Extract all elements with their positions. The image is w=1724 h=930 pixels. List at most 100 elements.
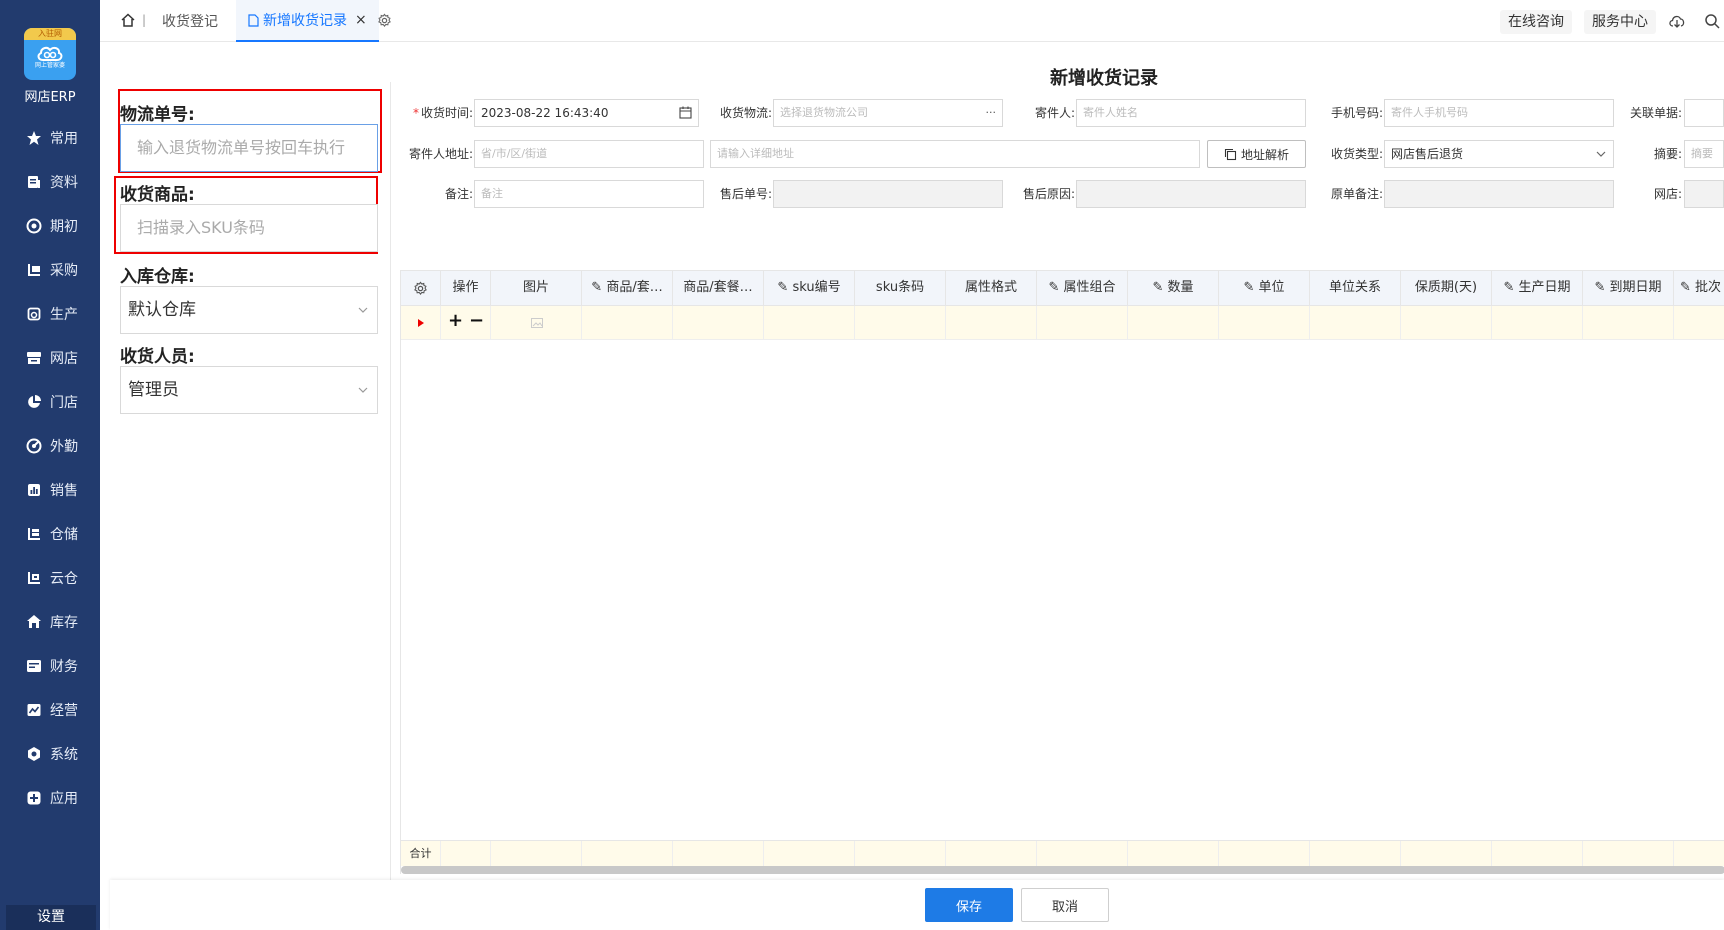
col-header-batch[interactable]: ✎ 批次 bbox=[1674, 271, 1724, 305]
sidebar-item-operation[interactable]: 经营 bbox=[0, 688, 100, 732]
col-header-sku-no[interactable]: ✎ sku编号 bbox=[764, 271, 855, 305]
sidebar-item-sales[interactable]: 销售 bbox=[0, 468, 100, 512]
row-cell[interactable] bbox=[582, 306, 673, 340]
detail-address-input[interactable]: 请输入详细地址 bbox=[710, 140, 1200, 168]
col-header-expiry-date[interactable]: ✎ 到期日期 bbox=[1583, 271, 1674, 305]
sidebar-item-label: 云仓 bbox=[50, 571, 78, 587]
save-button[interactable]: 保存 bbox=[925, 888, 1013, 922]
home-icon[interactable] bbox=[120, 12, 136, 31]
phone-input[interactable]: 寄件人手机号码 bbox=[1384, 99, 1614, 127]
receive-type-select[interactable]: 网店售后退货 bbox=[1384, 140, 1614, 168]
sidebar-item-production[interactable]: 生产 bbox=[0, 292, 100, 336]
close-icon[interactable]: × bbox=[355, 12, 367, 28]
sidebar-item-label: 资料 bbox=[50, 175, 78, 191]
page-icon bbox=[248, 13, 259, 27]
sidebar-item-storage[interactable]: 仓储 bbox=[0, 512, 100, 556]
sidebar-item-cloud-warehouse[interactable]: 云仓 bbox=[0, 556, 100, 600]
related-doc-input[interactable] bbox=[1684, 99, 1724, 127]
app-logo[interactable]: 入驻网 网上管家婆 bbox=[24, 28, 76, 80]
col-header-attr-format[interactable]: 属性格式 bbox=[946, 271, 1037, 305]
search-icon[interactable] bbox=[1704, 13, 1720, 32]
shop-input[interactable] bbox=[1684, 180, 1724, 208]
row-cell[interactable] bbox=[1492, 306, 1583, 340]
row-cell[interactable] bbox=[764, 306, 855, 340]
after-sale-no-input bbox=[773, 180, 1003, 208]
tab-receiving-register[interactable]: 收货登记 bbox=[162, 0, 218, 42]
settings-button[interactable]: 设置 bbox=[6, 905, 96, 930]
online-consult-button[interactable]: 在线咨询 bbox=[1500, 10, 1572, 34]
col-header-product-name[interactable]: 商品/套餐… bbox=[673, 271, 764, 305]
row-image-cell[interactable] bbox=[491, 306, 582, 340]
operation-icon bbox=[26, 702, 42, 718]
sidebar-item-field[interactable]: 外勤 bbox=[0, 424, 100, 468]
summary-input[interactable]: 摘要 bbox=[1684, 140, 1724, 168]
edit-icon: ✎ bbox=[1152, 280, 1168, 295]
document-icon bbox=[26, 174, 42, 190]
sidebar-item-opening[interactable]: 期初 bbox=[0, 204, 100, 248]
staff-select[interactable]: 管理员 bbox=[120, 366, 378, 414]
tracking-number-input[interactable]: 输入退货物流单号按回车执行 bbox=[120, 124, 378, 172]
sidebar-item-store[interactable]: 门店 bbox=[0, 380, 100, 424]
address-parse-button[interactable]: 地址解析 bbox=[1207, 140, 1306, 168]
footer-cell bbox=[1037, 841, 1128, 867]
warehouse-label: 入库仓库: bbox=[120, 267, 195, 287]
sender-name-input[interactable]: 寄件人姓名 bbox=[1076, 99, 1306, 127]
col-header-quantity[interactable]: ✎ 数量 bbox=[1128, 271, 1219, 305]
col-header-unit-relation[interactable]: 单位关系 bbox=[1310, 271, 1401, 305]
sidebar-item-label: 生产 bbox=[50, 307, 78, 323]
footer-cell bbox=[764, 841, 855, 867]
row-cell[interactable] bbox=[1401, 306, 1492, 340]
sku-barcode-input[interactable]: 扫描录入SKU条码 bbox=[120, 204, 378, 252]
col-header-attr-combo[interactable]: ✎ 属性组合 bbox=[1037, 271, 1128, 305]
horizontal-scrollbar[interactable] bbox=[401, 866, 1724, 874]
warehouse-select[interactable]: 默认仓库 bbox=[120, 286, 378, 334]
row-cell[interactable] bbox=[1037, 306, 1128, 340]
receive-time-label: * 收货时间: bbox=[408, 99, 473, 127]
row-cell[interactable] bbox=[946, 306, 1037, 340]
cancel-button[interactable]: 取消 bbox=[1021, 888, 1109, 922]
grid-settings-icon[interactable] bbox=[401, 271, 441, 305]
receive-time-input[interactable]: 2023-08-22 16:43:40 bbox=[474, 99, 699, 127]
calendar-icon[interactable] bbox=[679, 100, 692, 126]
row-cell[interactable] bbox=[1583, 306, 1674, 340]
gear-icon[interactable] bbox=[377, 13, 392, 31]
col-header-unit[interactable]: ✎ 单位 bbox=[1219, 271, 1310, 305]
more-icon[interactable]: ··· bbox=[986, 100, 997, 126]
row-cell[interactable] bbox=[1674, 306, 1724, 340]
col-header-product-code[interactable]: ✎ 商品/套… bbox=[582, 271, 673, 305]
table-row[interactable]: + − bbox=[401, 306, 1724, 340]
sidebar-item-system[interactable]: 系统 bbox=[0, 732, 100, 776]
service-center-button[interactable]: 服务中心 bbox=[1584, 10, 1656, 34]
row-cell[interactable] bbox=[855, 306, 946, 340]
col-header-sku-barcode[interactable]: sku条码 bbox=[855, 271, 946, 305]
sidebar-item-common[interactable]: 常用 bbox=[0, 116, 100, 160]
staff-value: 管理员 bbox=[128, 380, 179, 400]
sidebar-item-data[interactable]: 资料 bbox=[0, 160, 100, 204]
cloud-download-icon[interactable] bbox=[1668, 13, 1686, 32]
finance-icon bbox=[26, 658, 42, 674]
sidebar-item-webstore[interactable]: 网店 bbox=[0, 336, 100, 380]
col-header-shelf-life[interactable]: 保质期(天) bbox=[1401, 271, 1492, 305]
sidebar-item-apps[interactable]: 应用 bbox=[0, 776, 100, 820]
row-cell[interactable] bbox=[673, 306, 764, 340]
sidebar-item-label: 系统 bbox=[50, 747, 78, 763]
tab-label: 收货登记 bbox=[162, 14, 218, 30]
row-cell[interactable] bbox=[1128, 306, 1219, 340]
col-header-production-date[interactable]: ✎ 生产日期 bbox=[1492, 271, 1583, 305]
add-row-button[interactable]: + bbox=[448, 310, 463, 331]
remove-row-button[interactable]: − bbox=[469, 310, 484, 331]
sidebar-item-purchase[interactable]: 采购 bbox=[0, 248, 100, 292]
sidebar-item-inventory[interactable]: 库存 bbox=[0, 600, 100, 644]
sidebar-item-finance[interactable]: 财务 bbox=[0, 644, 100, 688]
required-mark: * bbox=[412, 106, 419, 120]
purchase-icon bbox=[26, 262, 42, 278]
sidebar-item-label: 财务 bbox=[50, 659, 78, 675]
logistics-select[interactable]: 选择退货物流公司 ··· bbox=[773, 99, 1003, 127]
store-icon bbox=[26, 350, 42, 366]
region-input[interactable]: 省/市/区/街道 bbox=[474, 140, 704, 168]
row-cell[interactable] bbox=[1219, 306, 1310, 340]
remark-input[interactable]: 备注 bbox=[474, 180, 704, 208]
original-remark-input bbox=[1384, 180, 1614, 208]
tab-new-receiving-record[interactable]: 新增收货记录 × bbox=[236, 0, 379, 42]
row-cell[interactable] bbox=[1310, 306, 1401, 340]
